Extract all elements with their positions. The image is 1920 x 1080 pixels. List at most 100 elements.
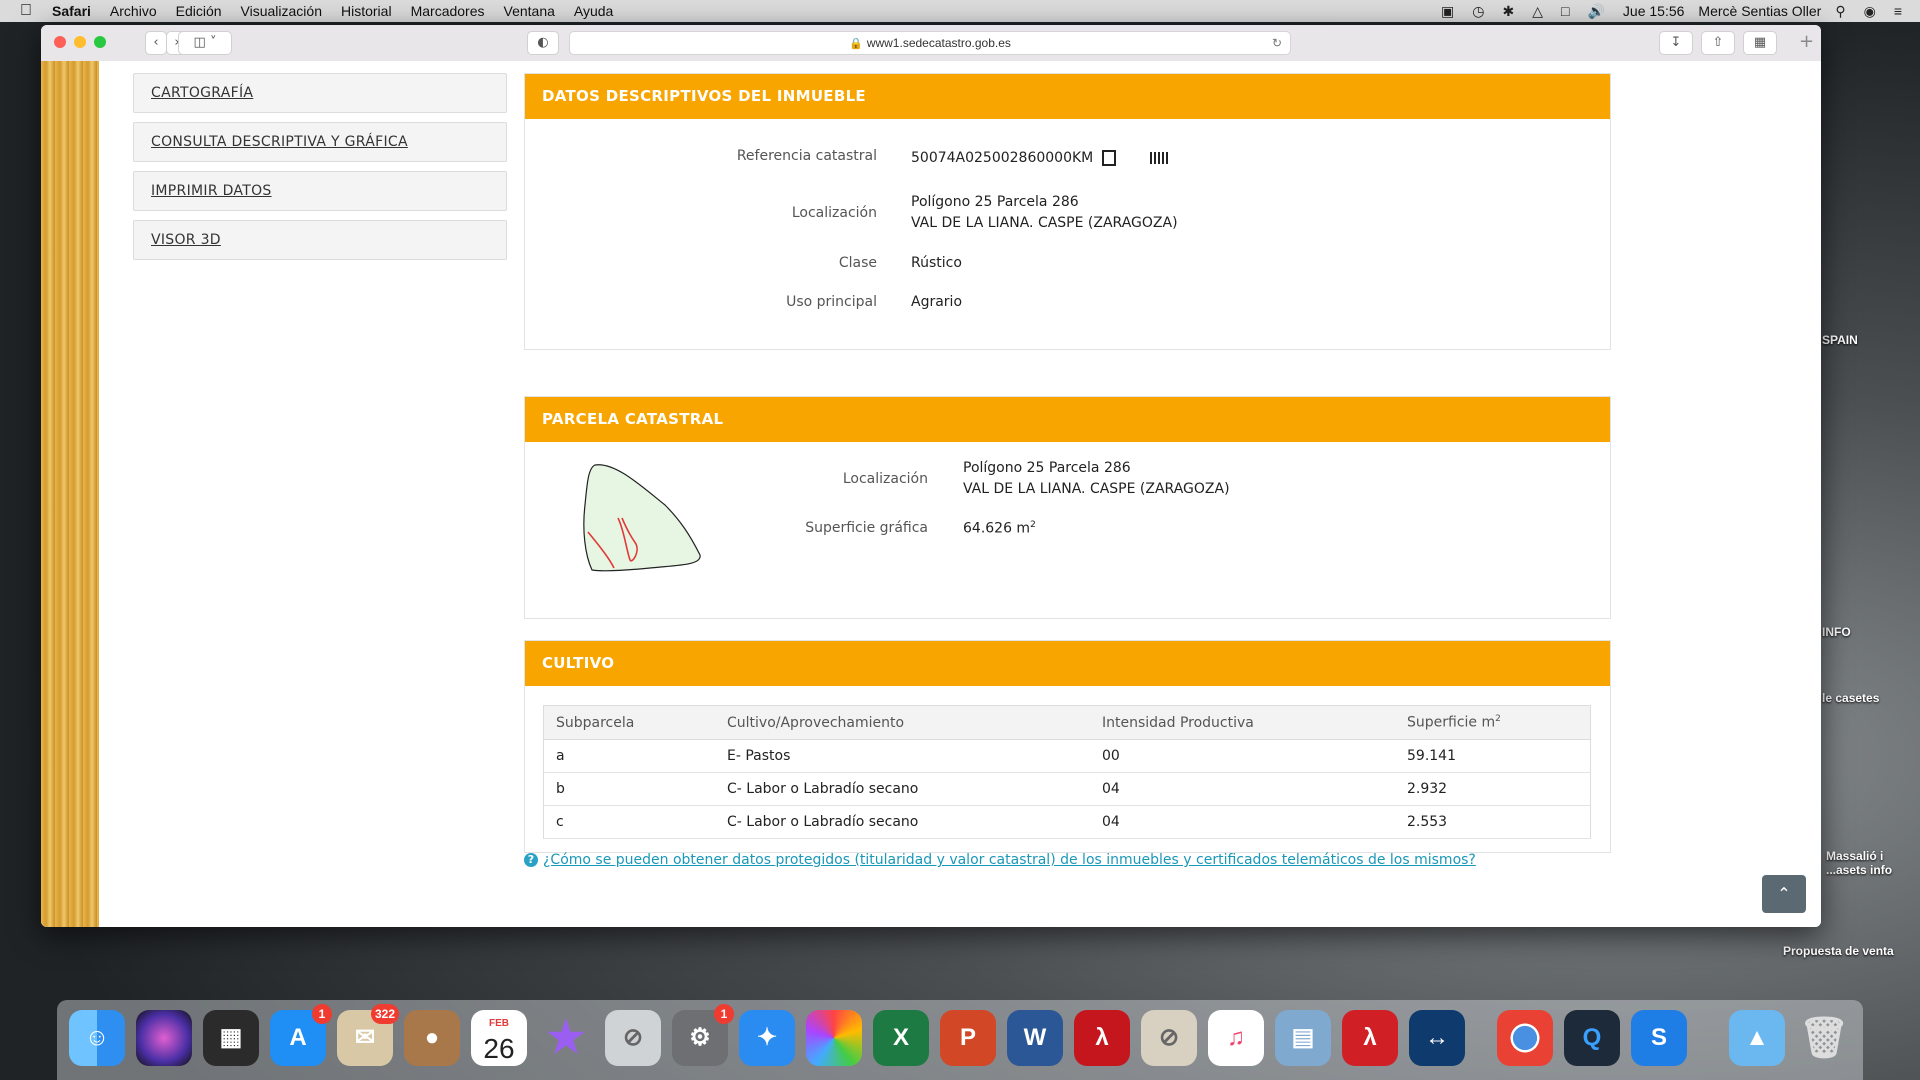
uso-label: Uso principal — [786, 294, 877, 310]
maximize-window-button[interactable] — [94, 36, 106, 48]
back-button[interactable]: ‹ — [145, 31, 167, 55]
word-icon[interactable]: W — [1007, 1010, 1063, 1066]
apple-icon[interactable]:  — [20, 2, 40, 20]
powerpoint-icon[interactable]: P — [940, 1010, 996, 1066]
page-content: CARTOGRAFÍA CONSULTA DESCRIPTIVA Y GRÁFI… — [41, 61, 1821, 927]
minimize-window-button[interactable] — [74, 36, 86, 48]
desktop-label[interactable]: le casetes — [1822, 691, 1879, 705]
wifi-icon[interactable]: △ — [1532, 3, 1543, 20]
downloads-button[interactable]: ↧ — [1659, 31, 1693, 55]
help-link-row: ? ¿Cómo se pueden obtener datos protegido… — [524, 852, 1476, 868]
superficie-unit-sup: 2 — [1030, 520, 1036, 530]
table-header-row: Subparcela Cultivo/Aprovechamiento Inten… — [543, 705, 1591, 740]
panel-parcela-catastral: PARCELA CATASTRAL Localización Polígono … — [524, 396, 1611, 619]
sidebar-item-visor-3d[interactable]: VISOR 3D — [133, 220, 507, 260]
privacy-shield-icon[interactable]: ◐ — [527, 31, 559, 55]
help-link[interactable]: ¿Cómo se pueden obtener datos protegidos… — [543, 852, 1476, 868]
imovie-star-icon[interactable]: ★ — [538, 1010, 594, 1066]
preview-icon[interactable]: ▤ — [1275, 1010, 1331, 1066]
mail-icon[interactable]: ✉ 322 — [337, 1004, 399, 1066]
tab-overview-button[interactable]: ▦ — [1743, 31, 1777, 55]
desktop-label[interactable]: INFO — [1822, 625, 1851, 639]
excel-icon[interactable]: X — [873, 1010, 929, 1066]
calendar-month: FEB — [489, 1018, 509, 1029]
col-subparcela: Subparcela — [543, 705, 715, 740]
skype-icon[interactable]: S — [1631, 1010, 1687, 1066]
user-name[interactable]: Mercè Sentias Oller — [1698, 3, 1821, 19]
chrome-icon[interactable] — [1497, 1010, 1553, 1066]
close-window-button[interactable] — [54, 36, 66, 48]
panel-cultivo: CULTIVO Subparcela Cultivo/Aprovechamien… — [524, 640, 1611, 853]
search-icon[interactable]: ⚲ — [1835, 3, 1845, 20]
menu-app-safari[interactable]: Safari — [52, 3, 91, 19]
question-icon: ? — [524, 853, 538, 867]
calendar-icon[interactable]: FEB 26 — [471, 1010, 527, 1066]
prohibited-app-icon[interactable]: ⊘ — [605, 1010, 661, 1066]
safari-icon[interactable]: ✦ — [739, 1010, 795, 1066]
desktop-label[interactable]: Massalió i ...asets info — [1826, 849, 1896, 877]
menu-visualizacion[interactable]: Visualización — [241, 3, 322, 19]
safari-window: ‹ › ◫ ˅ ◐ 🔒 www1.sedecatastro.gob.es ↻ ↧ … — [41, 25, 1821, 927]
menu-ventana[interactable]: Ventana — [504, 3, 555, 19]
superficie-value-text: 64.626 m — [963, 520, 1031, 537]
cell-subparcela: b — [543, 772, 715, 806]
app-store-icon[interactable]: A1 — [270, 1004, 332, 1066]
siri-icon[interactable] — [136, 1010, 192, 1066]
acrobat-reader-icon[interactable]: λ — [1342, 1010, 1398, 1066]
prohibited-app-2-icon[interactable]: ⊘ — [1141, 1010, 1197, 1066]
music-icon[interactable]: ♫ — [1208, 1010, 1264, 1066]
cell-superficie: 2.553 — [1395, 805, 1591, 839]
notification-center-icon[interactable]: ≡ — [1894, 3, 1902, 19]
acrobat-icon[interactable]: λ — [1074, 1010, 1130, 1066]
copy-icon[interactable] — [1101, 150, 1116, 166]
trash-icon[interactable]: 🗑 — [1796, 1010, 1852, 1066]
sidebar-item-consulta[interactable]: CONSULTA DESCRIPTIVA Y GRÁFICA — [133, 122, 507, 162]
finder-icon[interactable]: ☺ — [69, 1010, 125, 1066]
table-row: a E- Pastos 00 59.141 — [543, 739, 1591, 773]
quicktime-icon[interactable]: Q — [1564, 1010, 1620, 1066]
menu-ayuda[interactable]: Ayuda — [574, 3, 613, 19]
menu-archivo[interactable]: Archivo — [110, 3, 157, 19]
menu-historial[interactable]: Historial — [341, 3, 392, 19]
desktop-label[interactable]: Propuesta de venta — [1783, 944, 1894, 958]
barcode-icon[interactable] — [1150, 152, 1169, 164]
superficie-label: Superficie gráfica — [805, 520, 928, 536]
parcela-loc-line2: VAL DE LA LIANA. CASPE (ZARAGOZA) — [963, 481, 1230, 497]
loc-line2: VAL DE LA LIANA. CASPE (ZARAGOZA) — [911, 215, 1178, 231]
screen-icon[interactable]: ▣ — [1441, 3, 1454, 20]
volume-icon[interactable]: 🔊 — [1587, 3, 1604, 20]
desktop-label[interactable]: SPAIN — [1822, 333, 1858, 347]
applications-folder-icon[interactable]: ▲ — [1729, 1010, 1785, 1066]
contacts-icon[interactable]: ● — [404, 1010, 460, 1066]
display-icon[interactable]: □ — [1561, 3, 1569, 19]
col-superficie: Superficie m2 — [1395, 705, 1591, 740]
address-bar[interactable]: 🔒 www1.sedecatastro.gob.es ↻ — [569, 31, 1291, 55]
col-intensidad: Intensidad Productiva — [1090, 705, 1395, 740]
time-machine-icon[interactable]: ◷ — [1472, 3, 1484, 20]
prefs-badge: 1 — [714, 1004, 734, 1024]
cell-intensidad: 04 — [1090, 805, 1395, 839]
share-button[interactable]: ⇧ — [1701, 31, 1735, 55]
scroll-to-top-button[interactable]: ⌃ — [1762, 875, 1806, 913]
bluetooth-icon[interactable]: ✱ — [1502, 3, 1514, 20]
cell-cultivo: C- Labor o Labradío secano — [715, 772, 1090, 806]
reload-icon[interactable]: ↻ — [1272, 32, 1282, 54]
ref-value: 50074A025002860000KM — [911, 150, 1169, 166]
sidebar-item-imprimir[interactable]: IMPRIMIR DATOS — [133, 171, 507, 211]
photo-booth-icon[interactable]: ▦ — [203, 1010, 259, 1066]
teamviewer-icon[interactable]: ↔ — [1409, 1010, 1465, 1066]
clase-label: Clase — [838, 255, 877, 271]
cell-superficie: 2.932 — [1395, 772, 1591, 806]
sidebar-item-cartografia[interactable]: CARTOGRAFÍA — [133, 73, 507, 113]
clock[interactable]: Jue 15:56 — [1623, 3, 1685, 19]
col-superficie-sup: 2 — [1495, 714, 1501, 725]
system-preferences-icon[interactable]: ⚙ 1 — [672, 1004, 734, 1066]
new-tab-button[interactable]: + — [1799, 31, 1814, 52]
sidebar-toggle-button[interactable]: ◫ ˅ — [178, 31, 232, 55]
siri-icon[interactable]: ◉ — [1864, 3, 1876, 20]
table-row: b C- Labor o Labradío secano 04 2.932 — [543, 772, 1591, 806]
cell-subparcela: a — [543, 739, 715, 773]
menu-marcadores[interactable]: Marcadores — [411, 3, 485, 19]
photos-icon[interactable] — [806, 1010, 862, 1066]
menu-edicion[interactable]: Edición — [176, 3, 222, 19]
